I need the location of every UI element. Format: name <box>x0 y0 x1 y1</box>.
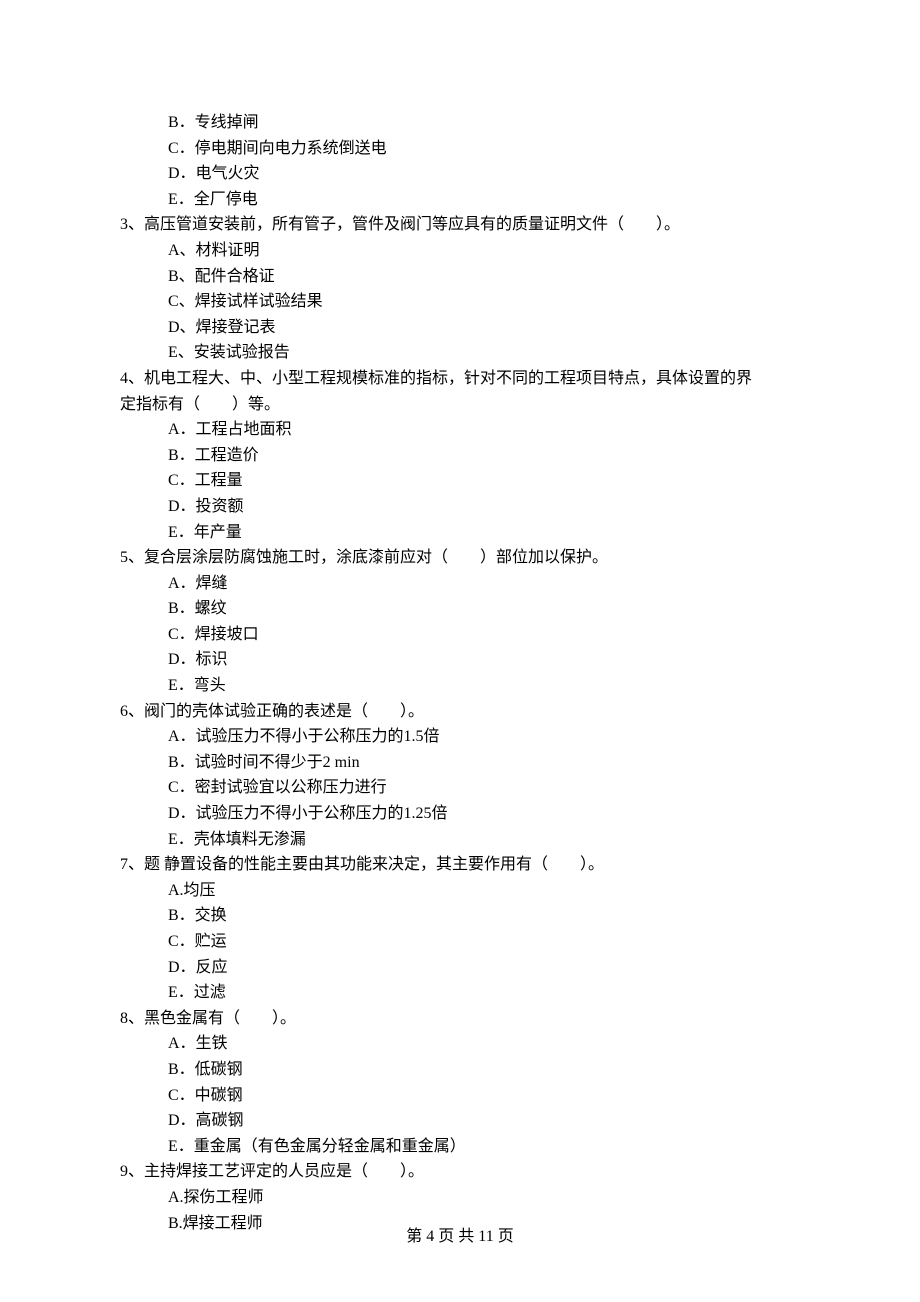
option-line: B．交换 <box>120 903 800 929</box>
option-line: C．停电期间向电力系统倒送电 <box>120 136 800 162</box>
option-line: E．重金属（有色金属分轻金属和重金属） <box>120 1134 800 1160</box>
option-line: C．密封试验宜以公称压力进行 <box>120 775 800 801</box>
option-line: B．低碳钢 <box>120 1057 800 1083</box>
option-line: B．试验时间不得少于2 min <box>120 750 800 776</box>
option-line: C．贮运 <box>120 929 800 955</box>
question-line: 8、黑色金属有（ ）。 <box>120 1006 800 1032</box>
option-line: D．反应 <box>120 955 800 981</box>
option-line: B．工程造价 <box>120 443 800 469</box>
option-line: E．弯头 <box>120 673 800 699</box>
option-line: A．焊缝 <box>120 571 800 597</box>
option-line: D．高碳钢 <box>120 1108 800 1134</box>
question-line: 4、机电工程大、中、小型工程规模标准的指标，针对不同的工程项目特点，具体设置的界 <box>120 366 800 392</box>
question-line: 5、复合层涂层防腐蚀施工时，涂底漆前应对（ ）部位加以保护。 <box>120 545 800 571</box>
question-line: 6、阀门的壳体试验正确的表述是（ ）。 <box>120 699 800 725</box>
option-line: C．工程量 <box>120 468 800 494</box>
option-line: C．中碳钢 <box>120 1083 800 1109</box>
option-line: A．工程占地面积 <box>120 417 800 443</box>
question-line: 7、题 静置设备的性能主要由其功能来决定，其主要作用有（ ）。 <box>120 852 800 878</box>
option-line: A.均压 <box>120 878 800 904</box>
option-line: A、材料证明 <box>120 238 800 264</box>
option-line: B．螺纹 <box>120 596 800 622</box>
option-line: C、焊接试样试验结果 <box>120 289 800 315</box>
option-line: A.探伤工程师 <box>120 1185 800 1211</box>
question-line: 3、高压管道安装前，所有管子，管件及阀门等应具有的质量证明文件（ ）。 <box>120 212 800 238</box>
option-line: A．生铁 <box>120 1031 800 1057</box>
question-line: 9、主持焊接工艺评定的人员应是（ ）。 <box>120 1159 800 1185</box>
option-line: E、安装试验报告 <box>120 340 800 366</box>
option-line: E．全厂停电 <box>120 187 800 213</box>
option-line: A．试验压力不得小于公称压力的1.5倍 <box>120 724 800 750</box>
option-line: E．壳体填料无渗漏 <box>120 827 800 853</box>
option-line: D．投资额 <box>120 494 800 520</box>
option-line: D、焊接登记表 <box>120 315 800 341</box>
page-footer: 第 4 页 共 11 页 <box>0 1222 920 1246</box>
document-body: B．专线掉闸C．停电期间向电力系统倒送电D．电气火灾E．全厂停电3、高压管道安装… <box>0 0 920 1236</box>
option-line: D．试验压力不得小于公称压力的1.25倍 <box>120 801 800 827</box>
option-line: B、配件合格证 <box>120 264 800 290</box>
option-line: E．年产量 <box>120 520 800 546</box>
option-line: B．专线掉闸 <box>120 110 800 136</box>
question-line: 定指标有（ ）等。 <box>120 392 800 418</box>
option-line: E．过滤 <box>120 980 800 1006</box>
option-line: D．电气火灾 <box>120 161 800 187</box>
option-line: D．标识 <box>120 647 800 673</box>
option-line: C．焊接坡口 <box>120 622 800 648</box>
